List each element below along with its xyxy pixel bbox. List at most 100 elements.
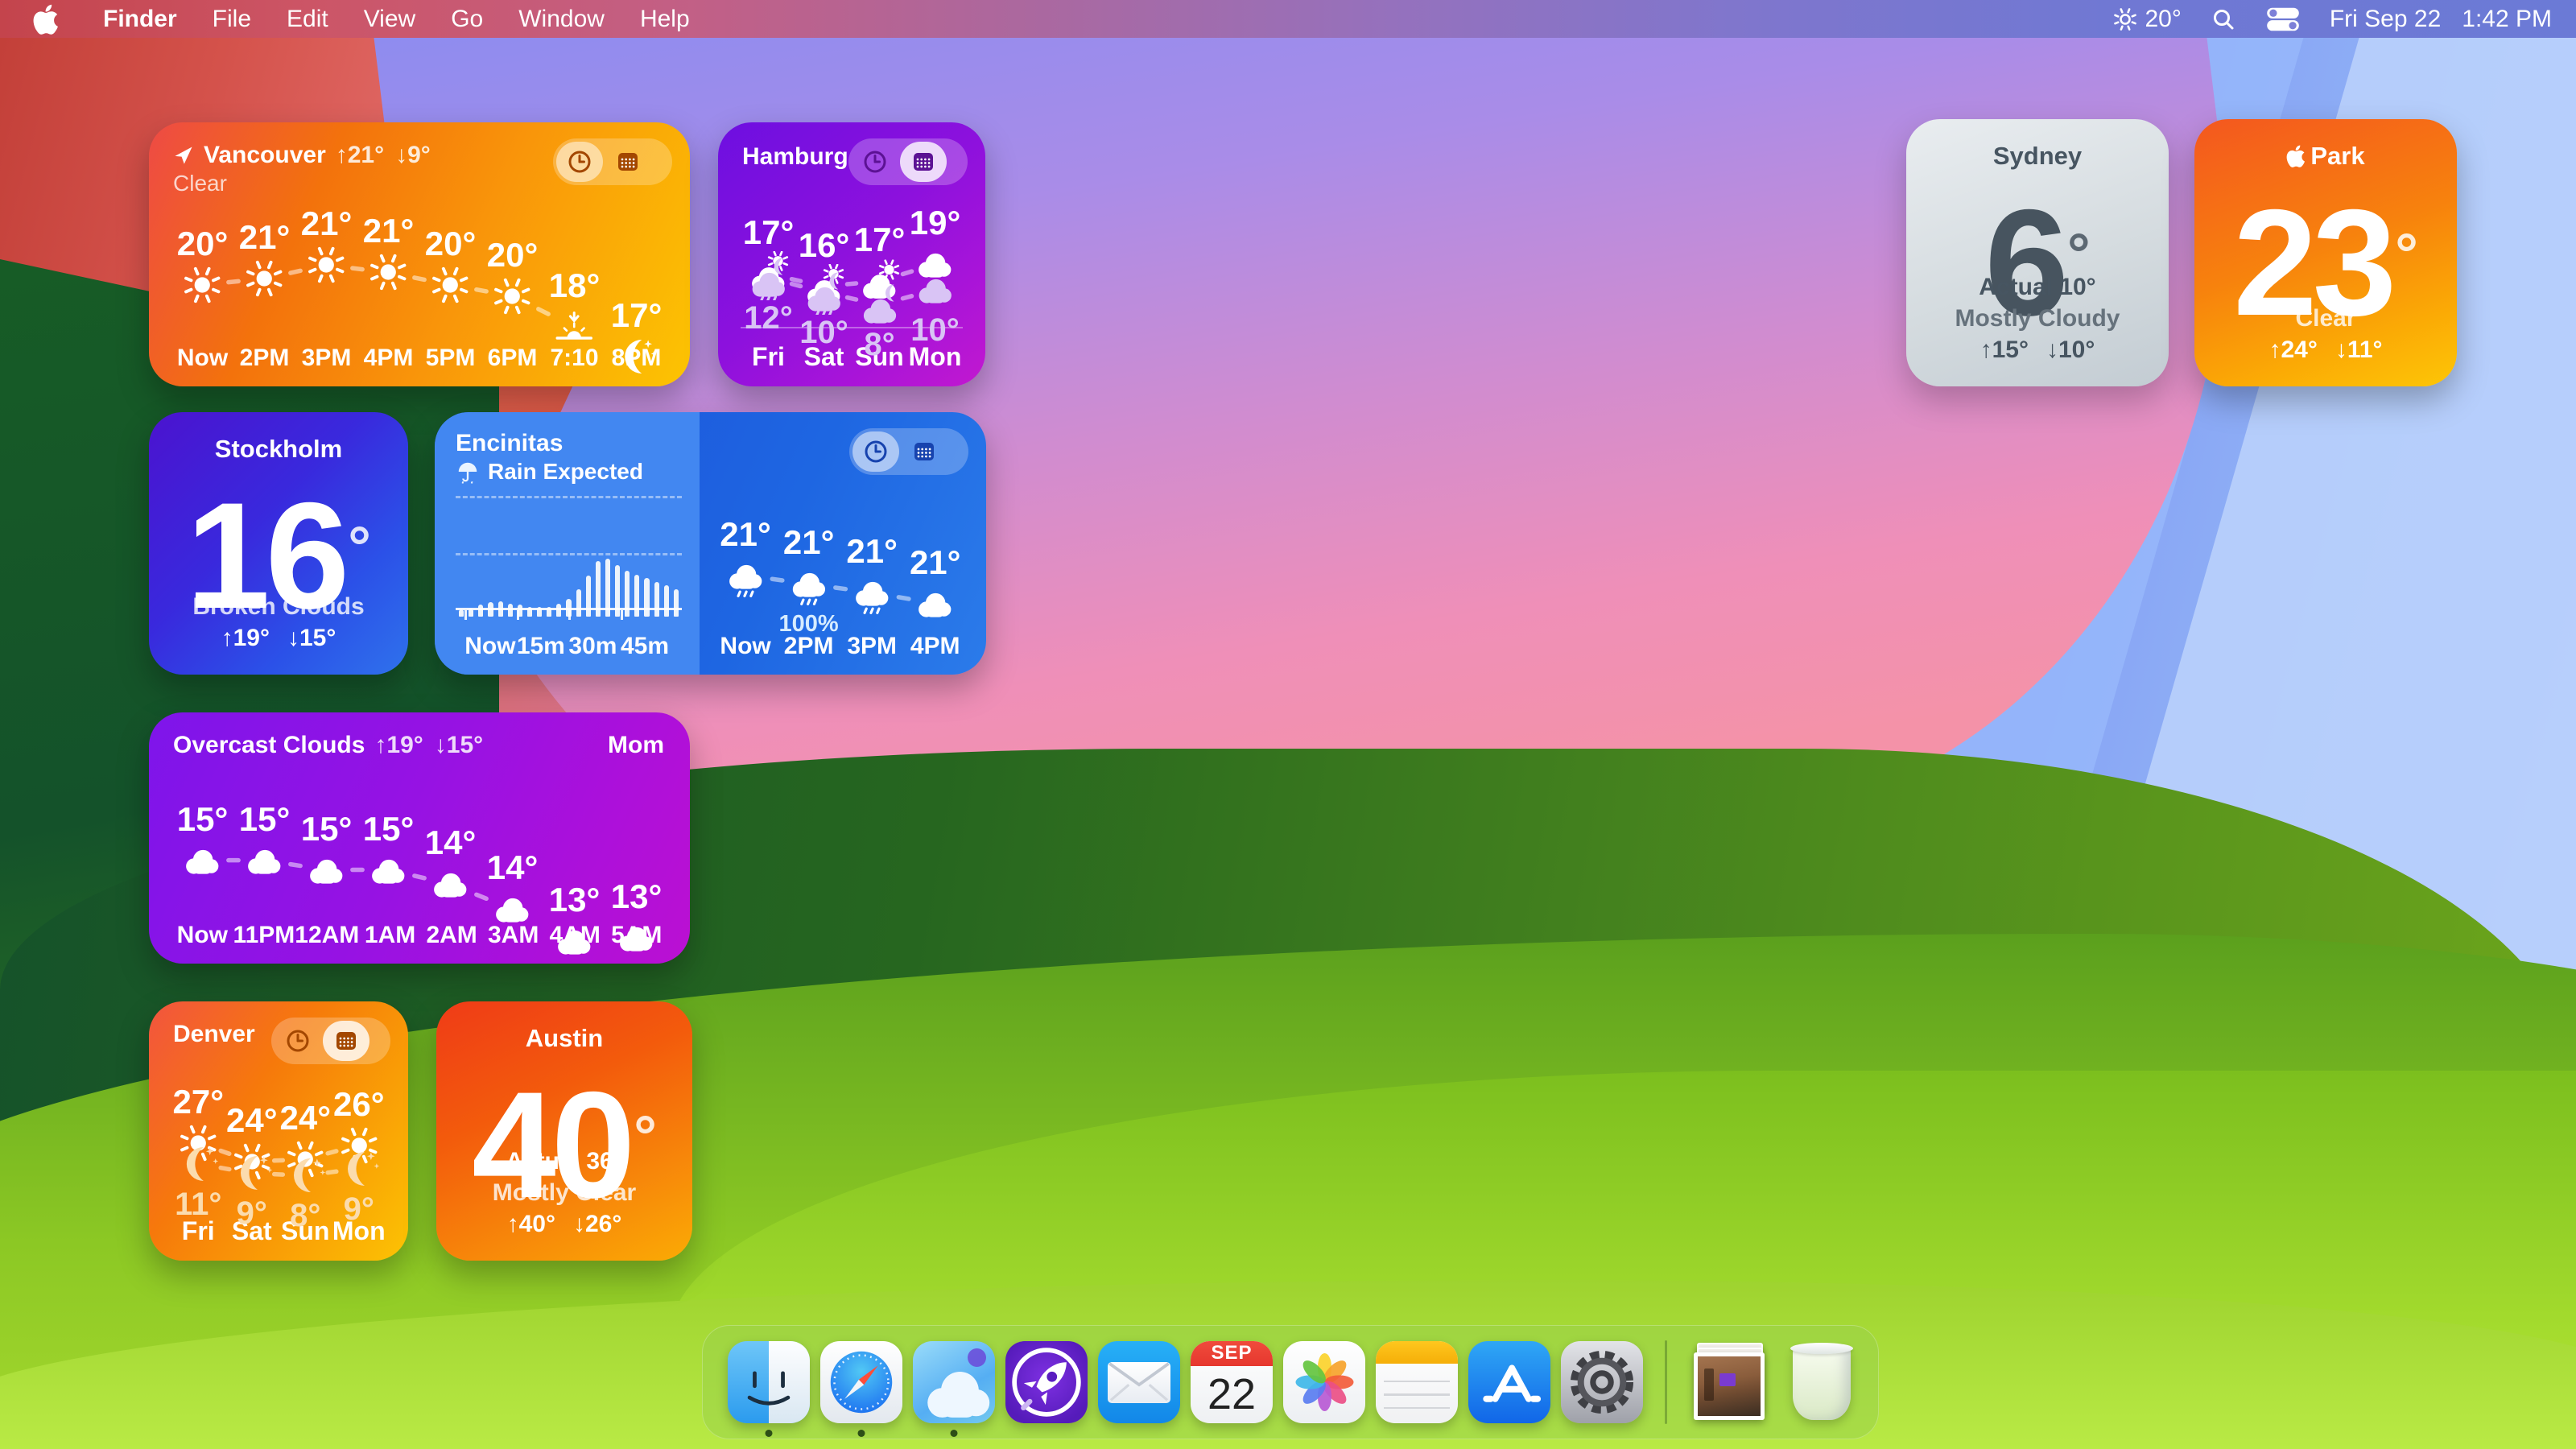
sun-icon	[242, 256, 287, 301]
menubar-clock[interactable]: Fri Sep 22 1:42 PM	[2330, 6, 2552, 33]
widget-stockholm[interactable]: Stockholm 16° Broken Clouds ↑19°↓15°	[149, 412, 408, 675]
hour-label: Now	[171, 345, 233, 372]
day-low-temperature: 10°	[799, 316, 848, 349]
menu-item-go[interactable]: Go	[433, 6, 501, 32]
dock-icon-rocket[interactable]	[1005, 1341, 1088, 1423]
day-high-temperature: 19°	[910, 206, 961, 240]
hourly-view-toggle-button[interactable]	[556, 142, 603, 182]
dock-icon-calendar[interactable]: SEP 22	[1191, 1341, 1273, 1423]
hour-temperature: 15°	[363, 812, 415, 846]
widget-summary: Actual 36° Mostly Clear ↑40°↓26°	[436, 1146, 692, 1240]
widget-condition: Overcast Clouds	[173, 732, 365, 759]
menubar-temperature: 20°	[2145, 6, 2181, 33]
hour-label: Now	[714, 633, 778, 660]
dock-icon-app-store[interactable]	[1468, 1341, 1550, 1423]
widget-summary: Broken Clouds ↑19°↓15°	[149, 591, 408, 654]
cloud-icon	[913, 581, 958, 626]
widget-mom-hourly[interactable]: Overcast Clouds ↑19°↓15° Mom 15° 15° 15°…	[149, 712, 690, 964]
axis-label: Now	[464, 633, 515, 660]
widget-austin[interactable]: Austin 40° Actual 36° Mostly Clear ↑40°↓…	[436, 1001, 692, 1261]
dock-icon-finder[interactable]	[728, 1341, 810, 1423]
widget-sydney[interactable]: Sydney 6° Actual 10° Mostly Cloudy ↑15°↓…	[1906, 119, 2169, 386]
dock-icon-photos[interactable]	[1283, 1341, 1365, 1423]
menubar-time: 1:42 PM	[2462, 6, 2552, 33]
menubar-date: Fri Sep 22	[2330, 6, 2441, 33]
hourly-view-toggle-button[interactable]	[275, 1021, 321, 1061]
widget-low: ↓26°	[573, 1208, 621, 1240]
moon-cloud-rain-icon	[802, 270, 847, 315]
menu-item-view[interactable]: View	[346, 6, 433, 32]
widget-header: Vancouver ↑21°↓9°	[173, 142, 431, 169]
hour-temperature: 21°	[846, 535, 898, 568]
hour-temperature: 14°	[487, 851, 539, 885]
cloud-icon	[242, 838, 287, 883]
spotlight-search-icon[interactable]	[2211, 6, 2236, 32]
widget-vancouver-hourly[interactable]: Vancouver ↑21°↓9° Clear 20° 21° 21° 21° …	[149, 122, 690, 386]
hourly-panel: 21° 21° 100% 21° 21° Now2PM3PM4PM	[700, 412, 986, 675]
day-high-temperature: 27°	[172, 1085, 224, 1119]
menu-bar-left: Finder FileEditViewGoWindowHelp	[0, 4, 708, 35]
sun-icon	[427, 262, 473, 308]
precipitation-panel: Encinitas Rain Expected Now15m30m45m	[435, 412, 700, 675]
day-high-temperature: 24°	[226, 1104, 278, 1137]
hourly-view-toggle-button[interactable]	[852, 431, 899, 472]
menu-item-window[interactable]: Window	[501, 6, 622, 32]
hour-label: 11PM	[233, 922, 295, 949]
dock-icon-system-settings[interactable]	[1561, 1341, 1643, 1423]
hour-temperature: 15°	[239, 803, 291, 836]
day-high-temperature: 17°	[854, 223, 906, 257]
view-toggle[interactable]	[271, 1018, 390, 1064]
view-toggle[interactable]	[849, 428, 968, 475]
dock-icon-safari[interactable]	[820, 1341, 902, 1423]
menu-items: FileEditViewGoWindowHelp	[195, 6, 708, 33]
hourly-view-toggle-button[interactable]	[852, 142, 898, 182]
cloud-rain-icon	[849, 570, 894, 615]
widget-high: ↑15°	[1980, 334, 2029, 365]
widget-park[interactable]: Park 23° Clear ↑24°↓11°	[2194, 119, 2457, 386]
sun-icon	[365, 250, 411, 295]
widget-denver-daily[interactable]: Denver 27° 11° 24° 9° 24° 8° 26°	[149, 1001, 408, 1261]
hour-forecast: 21°	[714, 502, 778, 610]
hourly-forecast-chart: 20° 21° 21° 21° 20° 20°	[171, 200, 667, 324]
hour-temperature: 21°	[239, 221, 291, 254]
hour-forecast: 13°	[605, 783, 667, 902]
view-toggle[interactable]	[848, 138, 968, 185]
apple-menu-icon[interactable]	[32, 4, 60, 35]
hour-forecast: 18°	[543, 200, 605, 324]
widget-encinitas-precipitation[interactable]: Encinitas Rain Expected Now15m30m45m 21°…	[435, 412, 986, 675]
dock-icon-weather[interactable]	[913, 1341, 995, 1423]
hour-temperature: 20°	[177, 227, 229, 261]
menu-item-file[interactable]: File	[195, 6, 269, 32]
menu-item-edit[interactable]: Edit	[269, 6, 346, 32]
hour-label: 3PM	[295, 345, 357, 372]
hour-temperature: 13°	[611, 880, 663, 914]
hour-label: 3PM	[840, 633, 904, 660]
dock-item-screenshot-stack[interactable]	[1689, 1341, 1771, 1423]
day-low-temperature: 9°	[237, 1197, 267, 1229]
day-high-temperature: 26°	[333, 1088, 385, 1121]
hour-label: 5PM	[419, 345, 481, 372]
control-center-icon[interactable]	[2265, 6, 2301, 32]
daily-view-toggle-button[interactable]	[900, 142, 947, 182]
day-forecast: 27° 11°	[171, 1075, 225, 1193]
menu-item-help[interactable]: Help	[622, 6, 708, 32]
moon-icon	[336, 1146, 382, 1191]
dock-icon-trash[interactable]	[1781, 1341, 1864, 1423]
view-toggle[interactable]	[553, 138, 672, 185]
daily-view-toggle-button[interactable]	[323, 1021, 369, 1061]
menubar-weather-item[interactable]: 20°	[2112, 6, 2181, 33]
hour-label: 1AM	[359, 922, 421, 949]
day-high-temperature: 16°	[799, 229, 850, 262]
daily-view-toggle-button[interactable]	[605, 142, 651, 182]
precipitation-chart	[456, 496, 682, 617]
dock-icon-notes[interactable]	[1376, 1341, 1458, 1423]
dock-icon-mail[interactable]	[1098, 1341, 1180, 1423]
day-low-temperature: 8°	[864, 328, 894, 361]
day-forecast: 16° 10°	[796, 196, 852, 319]
daily-view-toggle-button[interactable]	[901, 431, 947, 472]
widget-hamburg-daily[interactable]: Hamburg 17° 12° 16° 10° 17° 8° 19°	[718, 122, 985, 386]
app-menu-finder[interactable]: Finder	[85, 6, 195, 33]
cloud-icon	[427, 861, 473, 906]
hour-temperature: 14°	[425, 826, 477, 860]
axis-label: 45m	[621, 633, 669, 660]
